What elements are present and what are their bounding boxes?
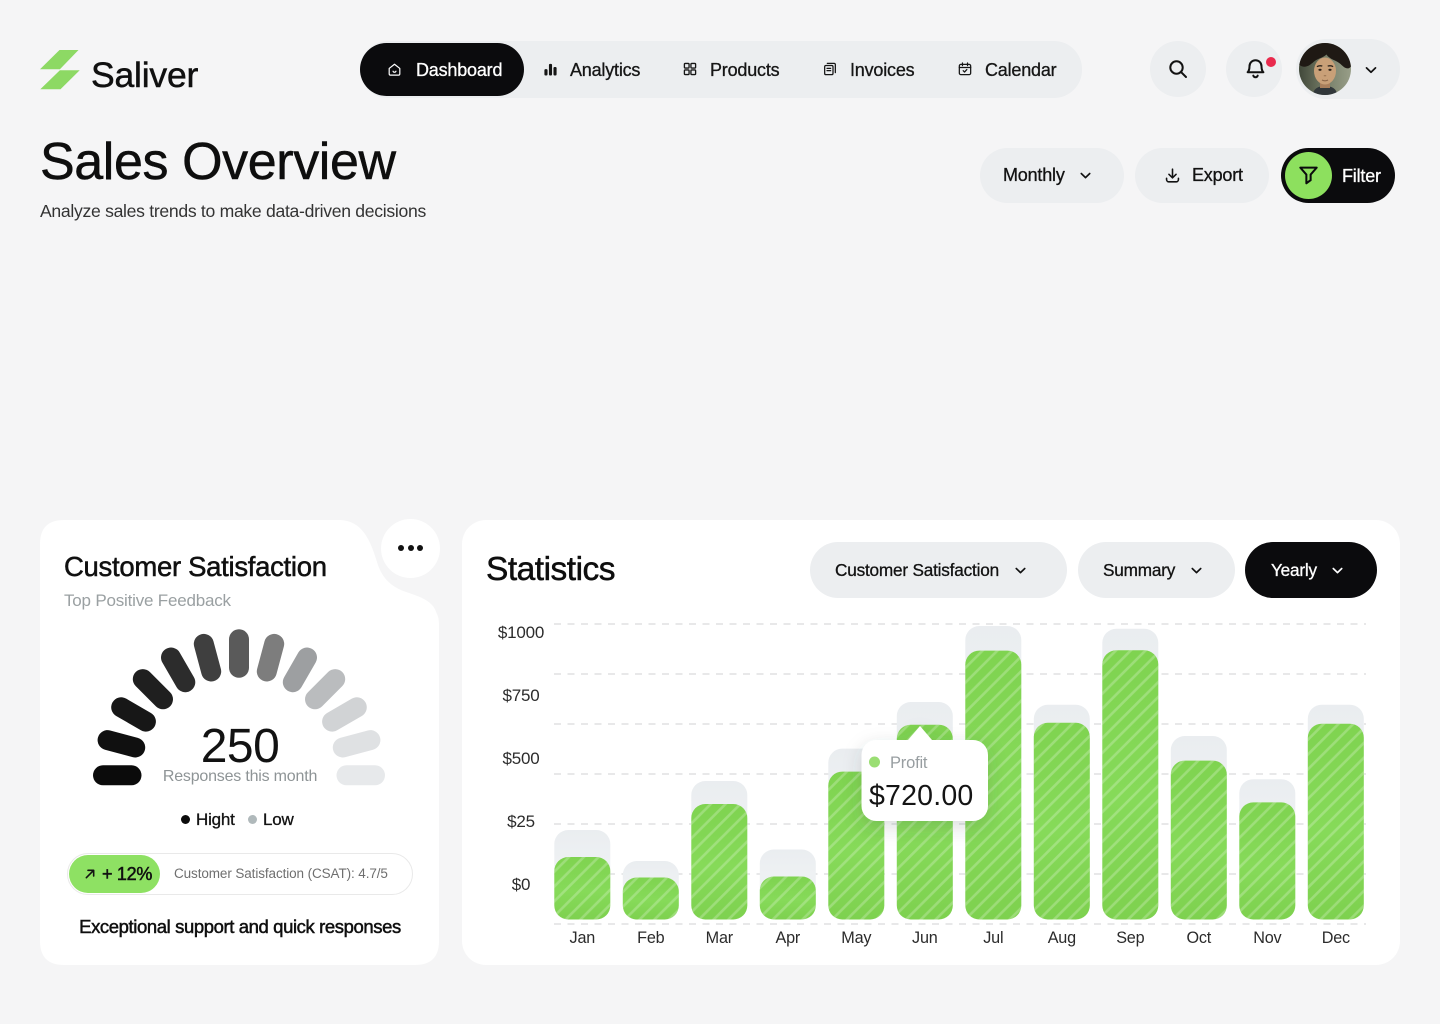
svg-text:Jul: Jul (983, 929, 1003, 947)
svg-text:$1000: $1000 (498, 623, 544, 642)
svg-text:Jan: Jan (570, 929, 596, 947)
svg-text:$500: $500 (502, 749, 539, 768)
svg-text:Feb: Feb (637, 929, 664, 947)
svg-text:$720.00: $720.00 (869, 780, 973, 812)
svg-text:$25: $25 (507, 812, 535, 831)
svg-text:$0: $0 (512, 875, 531, 894)
svg-text:Sep: Sep (1116, 929, 1144, 947)
svg-text:Mar: Mar (706, 929, 734, 947)
svg-text:Oct: Oct (1187, 929, 1212, 947)
svg-text:$750: $750 (502, 686, 539, 705)
svg-text:Profit: Profit (890, 754, 928, 772)
svg-text:Aug: Aug (1048, 929, 1076, 947)
svg-text:Apr: Apr (776, 929, 801, 947)
svg-text:Nov: Nov (1253, 929, 1282, 947)
svg-text:May: May (841, 929, 872, 947)
svg-text:Dec: Dec (1322, 929, 1350, 947)
svg-text:Jun: Jun (912, 929, 938, 947)
